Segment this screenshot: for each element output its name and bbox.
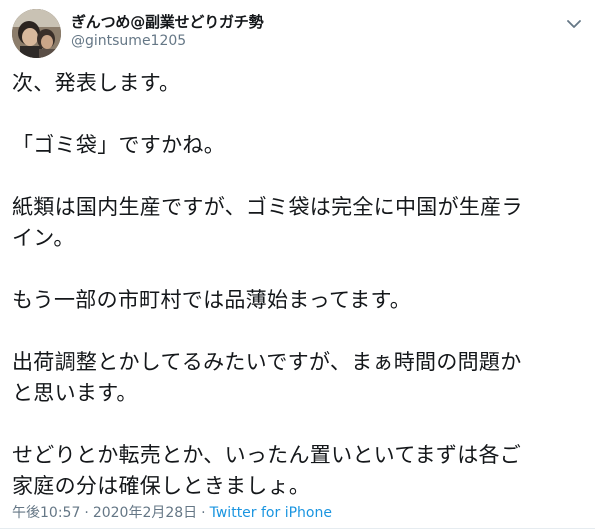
author-handle[interactable]: @gintsume1205 [71,33,186,49]
tweet-text: 次、発表します。 「ゴミ袋」ですかね。 紙類は国内生産ですが、ゴミ袋は完全に中国… [12,68,587,502]
tweet-line: と思います。 [12,381,138,405]
divider [0,528,595,529]
tweet-paragraph: せどりとか転売とか、いったん置いといてまずは各ご 家庭の分は確保しときましょ。 [12,440,587,502]
tweet-paragraph: 出荷調整とかしてるみたいですが、まぁ時間の問題か と思います。 [12,347,587,409]
tweet-line: イン。 [12,226,75,250]
tweet-date[interactable]: 2020年2月28日 [93,505,197,521]
tweet-line: 家庭の分は確保しときましょ。 [12,474,311,498]
tweet-line: 出荷調整とかしてるみたいですが、まぁ時間の問題か [12,350,522,374]
tweet-time[interactable]: 午後10:57 [12,505,80,521]
meta-separator: · [84,505,89,521]
avatar[interactable] [12,9,61,58]
profile-photo-icon [12,9,61,58]
tweet-paragraph: 次、発表します。 [12,71,181,95]
meta-separator: · [201,505,206,521]
tweet-paragraph: もう一部の市町村では品薄始まってます。 [12,288,412,312]
tweet-paragraph: 紙類は国内生産ですが、ゴミ袋は完全に中国が生産ラ イン。 [12,192,587,254]
tweet-paragraph: 「ゴミ袋」ですかね。 [12,133,225,157]
tweet-line: せどりとか転売とか、いったん置いといてまずは各ご [12,443,522,467]
tweet-card: ぎんつめ@副業せどりガチ勢 @gintsume1205 次、発表します。 「ゴミ… [0,0,595,530]
tweet-line: 紙類は国内生産ですが、ゴミ袋は完全に中国が生産ラ [12,195,523,219]
tweet-meta: 午後10:57 · 2020年2月28日 · Twitter for iPhone [12,502,332,522]
chevron-down-icon[interactable] [567,14,581,28]
tweet-source-link[interactable]: Twitter for iPhone [210,505,332,521]
author-name[interactable]: ぎんつめ@副業せどりガチ勢 [71,11,264,32]
